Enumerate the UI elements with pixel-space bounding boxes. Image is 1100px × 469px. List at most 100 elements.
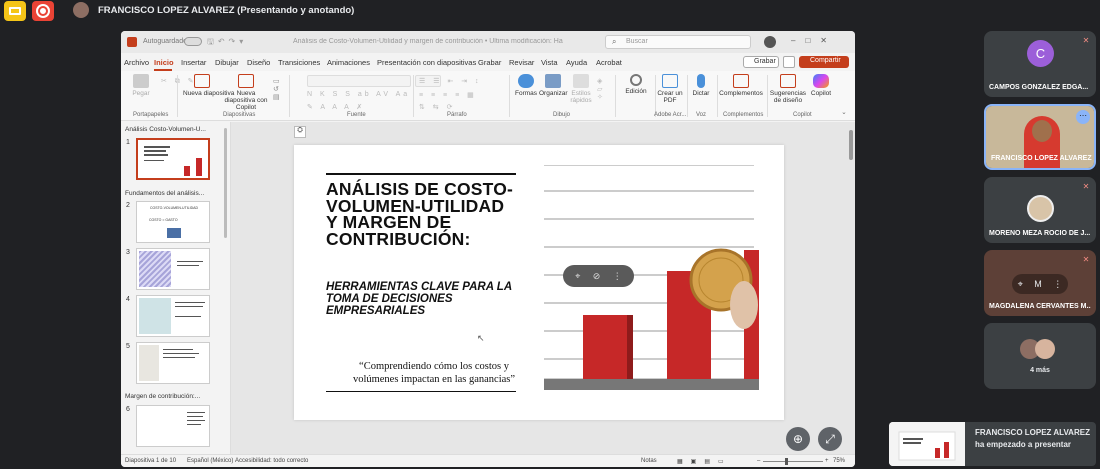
slide-thumbnail-3[interactable] (136, 248, 210, 290)
presenter-banner: FRANCISCO LOPEZ ALVAREZ (Presentando y a… (98, 5, 355, 16)
tab-dibujar[interactable]: Dibujar (215, 58, 239, 67)
shapes-icon (518, 74, 534, 88)
avatar (1035, 339, 1055, 359)
title-bar: Autoguardado 🖫↶↷▾ Análisis de Costo-Volu… (121, 31, 855, 53)
accessibility-status[interactable]: Accesibilidad: todo correcto (235, 458, 308, 464)
copilot-button[interactable]: Copilot (809, 74, 833, 97)
zoom-knob[interactable] (785, 458, 788, 465)
share-button[interactable]: Compartir (799, 56, 849, 68)
pin-icon[interactable]: ⌖ (1018, 279, 1023, 290)
paragraph-list-icons[interactable]: ☰ ☰ ⇤ ⇥ ↕ (419, 77, 482, 85)
slide-subtitle[interactable]: HERRAMIENTAS CLAVE PARA LA TOMA DE DECIS… (326, 281, 526, 317)
participant-tile[interactable]: ⋯ FRANCISCO LOPEZ ALVAREZ (984, 104, 1096, 170)
more-options-icon[interactable]: ⋯ (1076, 110, 1090, 124)
app-icon[interactable] (4, 1, 26, 21)
tab-presentacion[interactable]: Presentación con diapositivas (377, 58, 476, 67)
document-name[interactable]: Análisis de Costo-Volumen-Utilidad y mar… (293, 38, 563, 45)
presentation-toast[interactable]: FRANCISCO LOPEZ ALVAREZ ha empezado a pr… (889, 422, 1096, 466)
zoom-level[interactable]: 75% (833, 458, 845, 464)
section-title[interactable]: Análisis Costo-Volumen-U... (125, 126, 206, 133)
tab-animaciones[interactable]: Animaciones (327, 58, 370, 67)
tab-revisar[interactable]: Revisar (509, 58, 534, 67)
pin-off-icon[interactable]: ⌖ (575, 271, 580, 282)
participant-tile[interactable]: ⌖ M ⋮ ✕ MAGDALENA CERVANTES M... (984, 250, 1096, 316)
accessibility-icon[interactable]: ⛭ (294, 126, 306, 138)
complementos-button[interactable]: Complementos (719, 74, 763, 97)
autosave-toggle[interactable] (184, 37, 202, 46)
font-format-icons[interactable]: N K S S ab AV Aa (307, 91, 410, 98)
edicion-button[interactable]: Edición (621, 74, 651, 95)
tab-acrobat[interactable]: Acrobat (596, 58, 622, 67)
nueva-diapositiva-button[interactable]: Nueva diapositiva (183, 74, 234, 97)
ribbon-collapse-icon[interactable]: ⌄ (839, 109, 849, 116)
crear-pdf-button[interactable]: Crear un PDF (657, 74, 683, 104)
tab-archivo[interactable]: Archivo (124, 58, 149, 67)
font-family-select[interactable] (307, 75, 411, 87)
group-adobe: Adobe Acr... (654, 112, 687, 118)
dictar-button[interactable]: Dictar (689, 74, 713, 97)
ribbon-separator (615, 75, 616, 117)
notes-button[interactable]: Notas (641, 458, 657, 464)
slide-canvas[interactable]: ANÁLISIS DE COSTO-VOLUMEN-UTILIDAD Y MAR… (294, 145, 784, 420)
zoom-out-icon[interactable]: – (757, 458, 760, 464)
more-participants-tile[interactable]: 4 más (984, 323, 1096, 389)
participant-tile[interactable]: ✕ MORENO MEZA ROCIO DE J... (984, 177, 1096, 243)
sugerencias-diseno-button[interactable]: Sugerencias de diseño (769, 74, 807, 104)
slide-layout-icons[interactable]: ▭ ↺ ▤ (273, 77, 280, 101)
tab-insertar[interactable]: Insertar (181, 58, 206, 67)
slide-thumbnail-4[interactable] (136, 295, 210, 337)
slide-quote[interactable]: “Comprendiendo cómo los costos y volúmen… (344, 360, 524, 386)
view-buttons[interactable]: ▦▣▤▭ (677, 458, 732, 465)
section-title[interactable]: Fundamentos del análisis... (125, 190, 204, 197)
slide-thumbnail-2[interactable]: COSTO-VOLUMEN-UTILIDAD COSTO = GASTO (136, 201, 210, 243)
estilos-rapidos-button[interactable]: Estilos rápidos (567, 74, 595, 104)
user-avatar-icon[interactable] (764, 36, 776, 48)
slide-thumbnail-5[interactable] (136, 342, 210, 384)
slide-thumbnail-6[interactable] (136, 405, 210, 447)
zoom-button[interactable]: ⊕ (786, 427, 810, 451)
grabar-button[interactable]: Grabar (743, 56, 779, 68)
meet-top-bar: FRANCISCO LOPEZ ALVAREZ (Presentando y a… (0, 0, 1100, 22)
ribbon-separator (655, 75, 656, 117)
shape-fill-icons[interactable]: ◈ ▱ ✧ (597, 77, 603, 101)
zoom-in-icon[interactable]: + (825, 458, 829, 464)
quick-access-icons[interactable]: 🖫↶↷▾ (207, 36, 247, 50)
annotation-toolbar[interactable]: ⌖ ⊘ ⋮ (563, 265, 634, 287)
window-controls[interactable]: –□✕ (791, 36, 837, 45)
formas-button[interactable]: Formas (513, 74, 539, 97)
slide-scrollbar[interactable] (848, 122, 855, 454)
tab-ayuda[interactable]: Ayuda (566, 58, 587, 67)
tab-diseno[interactable]: Diseño (247, 58, 270, 67)
slide-scroll-thumb[interactable] (849, 130, 853, 160)
thumbnails-scrollbar[interactable] (224, 128, 227, 238)
organizar-button[interactable]: Organizar (539, 74, 568, 97)
cursor-icon: ↖ (477, 333, 485, 343)
zoom-in-icon: ⊕ (792, 432, 804, 446)
font-color-icons[interactable]: ✎ A A A ✗ (307, 103, 365, 111)
tab-vista[interactable]: Vista (541, 58, 558, 67)
search-input[interactable]: ⌕ Buscar (605, 35, 751, 49)
paragraph-align-icons[interactable]: ≡ ≡ ≡ ≡ ▦ (419, 91, 477, 99)
zoom-slider[interactable] (763, 461, 823, 462)
pegar-button[interactable]: Pegar (127, 74, 155, 97)
section-title[interactable]: Margen de contribución:... (125, 393, 200, 400)
recording-icon[interactable] (32, 1, 54, 21)
nueva-copilot-button[interactable]: Nueva diapositiva con Copilot (223, 74, 269, 111)
tab-grabar[interactable]: Grabar (478, 58, 501, 67)
tab-transiciones[interactable]: Transiciones (278, 58, 320, 67)
tab-inicio[interactable]: Inicio (154, 58, 174, 67)
paragraph-dir-icons[interactable]: ⇅ ⇆ ⟳ (419, 103, 456, 111)
participant-tile[interactable]: C ✕ CAMPOS GONZALEZ EDGA... (984, 31, 1096, 97)
comment-icon[interactable] (783, 56, 795, 68)
fullscreen-button[interactable]: ⤢ (818, 427, 842, 451)
tile-controls[interactable]: ⌖ M ⋮ (1012, 274, 1068, 294)
eye-off-icon[interactable]: ⊘ (593, 271, 601, 282)
slide-thumbnail-1[interactable] (136, 138, 210, 180)
more-vert-icon[interactable]: ⋮ (613, 271, 622, 282)
avatar: M (1034, 279, 1042, 289)
slide-title[interactable]: ANÁLISIS DE COSTO-VOLUMEN-UTILIDAD Y MAR… (326, 180, 516, 247)
group-portapapeles: Portapapeles (133, 112, 169, 118)
mic-off-icon: ✕ (1082, 36, 1090, 45)
language[interactable]: Español (México) (187, 458, 233, 464)
more-vert-icon[interactable]: ⋮ (1053, 279, 1062, 290)
